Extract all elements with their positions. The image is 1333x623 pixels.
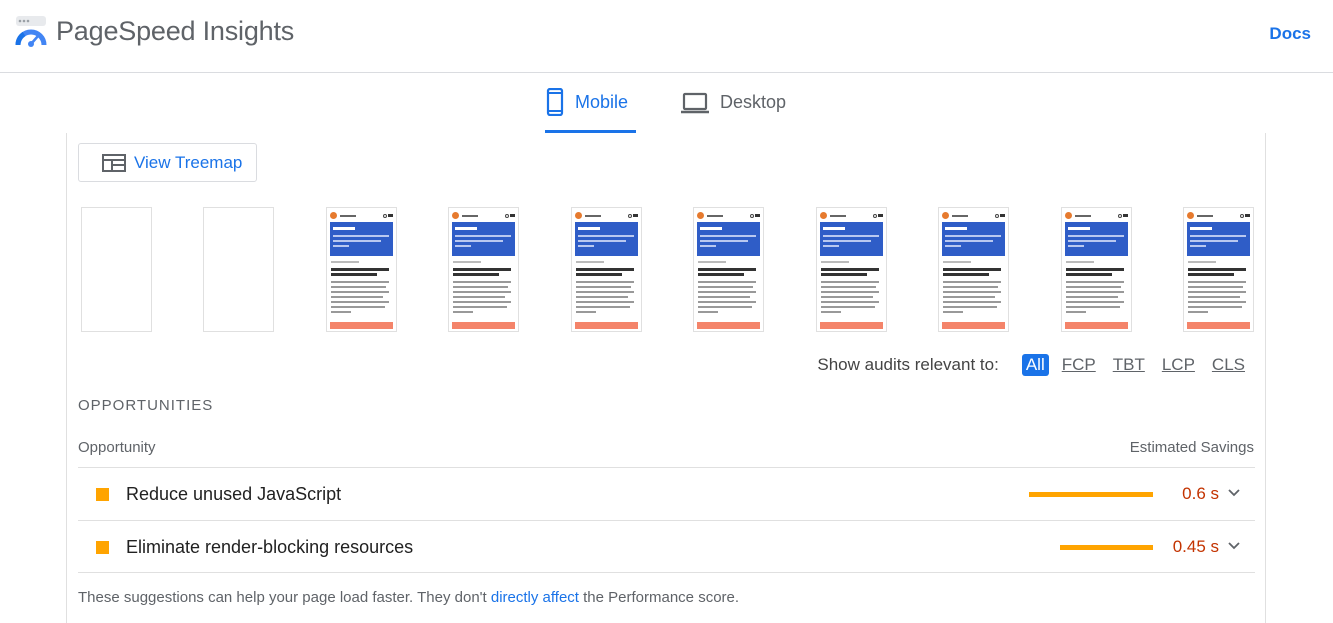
filter-chip-cls[interactable]: CLS bbox=[1208, 355, 1249, 375]
device-tabs: Mobile Desktop bbox=[0, 73, 1333, 133]
opportunities-list: Reduce unused JavaScript 0.6 s Eliminate… bbox=[78, 467, 1255, 573]
view-treemap-button[interactable]: View Treemap bbox=[78, 143, 257, 182]
filmstrip-frame bbox=[1183, 207, 1254, 332]
app-header: PageSpeed Insights Docs bbox=[0, 0, 1333, 73]
filmstrip-frame bbox=[448, 207, 519, 332]
note-text-after: the Performance score. bbox=[578, 589, 740, 606]
note-text-before: These suggestions can help your page loa… bbox=[78, 589, 491, 606]
treemap-icon bbox=[102, 153, 126, 172]
opportunity-title: Eliminate render-blocking resources bbox=[126, 537, 414, 557]
opportunity-row[interactable]: Reduce unused JavaScript 0.6 s bbox=[78, 467, 1255, 520]
savings-value: 0.6 s bbox=[1182, 484, 1219, 503]
chevron-down-icon[interactable] bbox=[1227, 539, 1241, 553]
tab-mobile[interactable]: Mobile bbox=[545, 88, 636, 133]
filmstrip-frame bbox=[816, 207, 887, 332]
suggestions-note: These suggestions can help your page loa… bbox=[78, 589, 739, 606]
filter-chip-fcp[interactable]: FCP bbox=[1058, 355, 1100, 375]
savings-value: 0.45 s bbox=[1172, 537, 1219, 556]
filmstrip-frame bbox=[81, 207, 152, 332]
filmstrip-frame bbox=[1061, 207, 1132, 332]
audit-filter-label: Show audits relevant to: bbox=[817, 355, 999, 374]
docs-link[interactable]: Docs bbox=[1269, 24, 1311, 44]
savings-bar bbox=[1029, 492, 1153, 497]
opportunities-heading: OPPORTUNITIES bbox=[78, 397, 214, 414]
filmstrip bbox=[81, 207, 1261, 333]
filmstrip-frame bbox=[938, 207, 1009, 332]
savings-bar bbox=[1060, 545, 1153, 550]
audit-filter: Show audits relevant to: All FCP TBT LCP… bbox=[817, 354, 1249, 376]
report-panel: View Treemap Show audits relevant to: Al… bbox=[66, 133, 1266, 623]
laptop-icon bbox=[681, 92, 709, 114]
chevron-down-icon[interactable] bbox=[1227, 486, 1241, 500]
warning-square-icon bbox=[96, 488, 109, 501]
tab-desktop[interactable]: Desktop bbox=[680, 88, 786, 133]
filmstrip-frame bbox=[571, 207, 642, 332]
filter-chip-tbt[interactable]: TBT bbox=[1109, 355, 1149, 375]
filter-chip-all[interactable]: All bbox=[1021, 354, 1049, 376]
warning-square-icon bbox=[96, 541, 109, 554]
tab-desktop-label: Desktop bbox=[720, 92, 787, 112]
view-treemap-label: View Treemap bbox=[134, 152, 243, 172]
filmstrip-frame bbox=[203, 207, 274, 332]
savings-column-header: Estimated Savings bbox=[1129, 439, 1254, 456]
opportunity-title: Reduce unused JavaScript bbox=[126, 484, 342, 504]
phone-icon bbox=[546, 88, 564, 116]
filmstrip-frame bbox=[693, 207, 764, 332]
opportunity-column-header: Opportunity bbox=[78, 439, 156, 456]
app-title: PageSpeed Insights bbox=[56, 16, 295, 46]
directly-affect-link[interactable]: directly affect bbox=[491, 589, 579, 606]
opportunity-row[interactable]: Eliminate render-blocking resources 0.45… bbox=[78, 520, 1255, 573]
tab-mobile-label: Mobile bbox=[575, 92, 629, 112]
filmstrip-frame bbox=[326, 207, 397, 332]
pagespeed-logo-icon bbox=[15, 16, 47, 47]
filter-chip-lcp[interactable]: LCP bbox=[1158, 355, 1199, 375]
